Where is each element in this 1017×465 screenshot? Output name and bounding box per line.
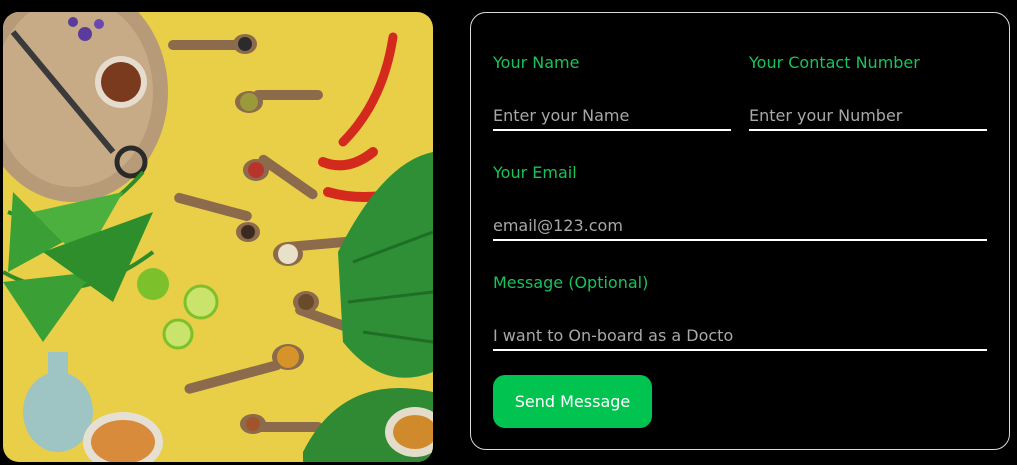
spices-photo-icon [3, 12, 433, 462]
email-label: Your Email [493, 163, 577, 182]
email-input[interactable] [493, 211, 987, 239]
name-field [493, 101, 731, 131]
message-field [493, 321, 987, 351]
name-input[interactable] [493, 101, 731, 129]
contact-number-input[interactable] [749, 101, 987, 129]
contact-number-label: Your Contact Number [749, 53, 920, 72]
message-label: Message (Optional) [493, 273, 649, 292]
name-label: Your Name [493, 53, 580, 72]
message-input[interactable] [493, 321, 733, 349]
contact-number-field [749, 101, 987, 131]
email-field [493, 211, 987, 241]
spices-photo [3, 12, 433, 462]
send-message-button[interactable]: Send Message [493, 375, 652, 428]
contact-form: Your Name Your Contact Number Your Email… [470, 12, 1010, 450]
